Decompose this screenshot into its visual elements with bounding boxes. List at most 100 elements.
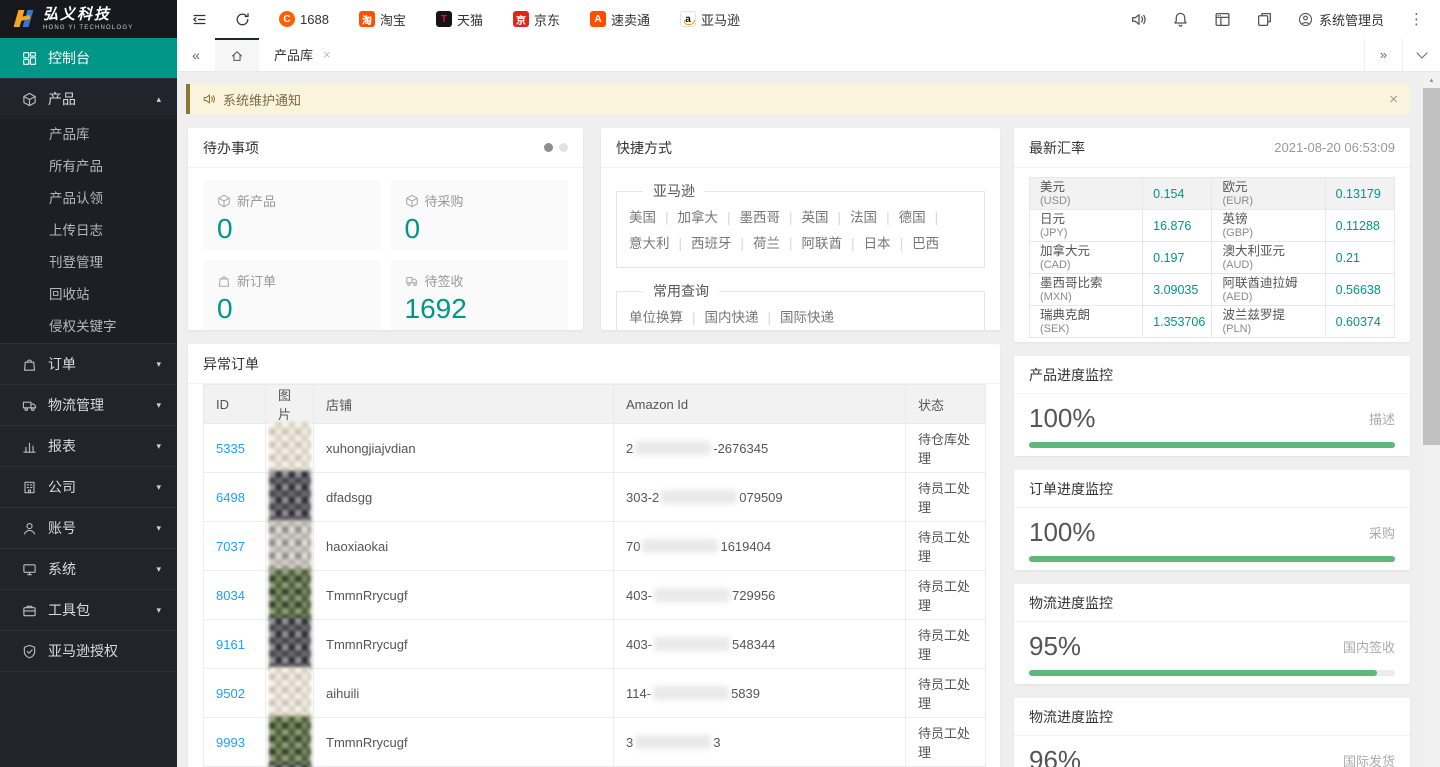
- currency-rate: 0.13179: [1325, 178, 1394, 210]
- table-row: 9993 TmmnRrycugf 33 待员工处理: [204, 718, 986, 767]
- sidebar-subitem-回收站[interactable]: 回收站: [0, 279, 177, 311]
- sidebar-item-系统[interactable]: 系统: [0, 549, 177, 589]
- currency-rate: 0.56638: [1325, 274, 1394, 306]
- shortcut-link-德国[interactable]: 德国: [899, 210, 948, 225]
- logistics-truck-icon: [22, 398, 37, 413]
- progress-bar: [1029, 556, 1395, 562]
- currency-name: 瑞典克朗(SEK): [1030, 306, 1143, 338]
- sidebar-item-产品[interactable]: 产品: [0, 79, 177, 119]
- marketplace-link-1688[interactable]: C 1688: [279, 11, 329, 27]
- carousel-dot-active[interactable]: [544, 143, 553, 152]
- status-text: 待员工处理: [906, 669, 986, 718]
- user-menu[interactable]: 系统管理员: [1298, 10, 1384, 29]
- shortcut-link-国际快递[interactable]: 国际快递: [780, 310, 834, 325]
- tabs-menu-button[interactable]: [1402, 38, 1440, 71]
- order-id-link[interactable]: 9161: [216, 637, 245, 652]
- apps-grid-icon[interactable]: [1214, 11, 1231, 28]
- shortcut-link-日本[interactable]: 日本: [864, 236, 913, 251]
- sidebar-item-亚马逊授权[interactable]: 亚马逊授权: [0, 631, 177, 671]
- sidebar-subitem-产品库[interactable]: 产品库: [0, 119, 177, 151]
- marketplace-link-亚马逊[interactable]: a 亚马逊: [680, 10, 740, 29]
- marketplace-link-淘宝[interactable]: 淘 淘宝: [359, 10, 406, 29]
- shortcut-link-英国[interactable]: 英国: [802, 210, 851, 225]
- amazon-id: 2-2676345: [614, 424, 906, 473]
- todo-count: 0: [217, 213, 367, 245]
- scrollbar-thumb[interactable]: [1423, 88, 1440, 445]
- sidebar-item-账号[interactable]: 账号: [0, 508, 177, 548]
- tab-home[interactable]: [215, 38, 259, 71]
- progress-card: 产品进度监控 100% 描述: [1014, 356, 1410, 456]
- product-image: [269, 618, 311, 670]
- announcement-icon[interactable]: [1130, 11, 1147, 28]
- order-id-link[interactable]: 6498: [216, 490, 245, 505]
- order-id-link[interactable]: 7037: [216, 539, 245, 554]
- shortcut-group-legend: 亚马逊: [643, 181, 705, 201]
- marketplace-link-京东[interactable]: 京 京东: [513, 10, 560, 29]
- content-area: 系统维护通知 待办事项 新产品 0 待采购 0: [177, 72, 1423, 767]
- shortcut-link-墨西哥[interactable]: 墨西哥: [740, 210, 802, 225]
- order-id-link[interactable]: 8034: [216, 588, 245, 603]
- sidebar-item-订单[interactable]: 订单: [0, 344, 177, 384]
- carousel-dot[interactable]: [559, 143, 568, 152]
- currency-name: 欧元(EUR): [1212, 178, 1325, 210]
- topbar: C 1688 淘 淘宝 T 天猫 京 京东 A 速卖通 a 亚马逊 系统管理员: [177, 0, 1440, 38]
- refresh-icon[interactable]: [234, 11, 251, 28]
- currency-name: 英镑(GBP): [1212, 210, 1325, 242]
- shortcut-link-法国[interactable]: 法国: [850, 210, 899, 225]
- marketplace-link-天猫[interactable]: T 天猫: [436, 10, 483, 29]
- rate-row: 瑞典克朗(SEK)1.353706波兰兹罗提(PLN)0.60374: [1030, 306, 1395, 338]
- theme-switch-icon[interactable]: [1256, 11, 1273, 28]
- notice-text: 系统维护通知: [223, 90, 301, 109]
- tab-product-library[interactable]: 产品库: [259, 38, 346, 71]
- shortcut-link-单位换算[interactable]: 单位换算: [629, 310, 705, 325]
- scrollbar-up-arrow[interactable]: [1423, 72, 1440, 87]
- rates-timestamp: 2021-08-20 06:53:09: [1274, 140, 1395, 155]
- order-id-link[interactable]: 9993: [216, 735, 245, 750]
- sidebar-item-工具包[interactable]: 工具包: [0, 590, 177, 630]
- shortcut-group: 常用查询 单位换算国内快递国际快递: [616, 281, 985, 330]
- chevron-icon: [156, 564, 161, 575]
- tabs-scroll-right-button[interactable]: [1364, 38, 1402, 71]
- sidebar-item-报表[interactable]: 报表: [0, 426, 177, 466]
- sidebar-item-控制台[interactable]: 控制台: [0, 38, 177, 78]
- shortcut-link-西班牙[interactable]: 西班牙: [691, 236, 753, 251]
- sidebar-subitem-刊登管理[interactable]: 刊登管理: [0, 247, 177, 279]
- status-text: 待员工处理: [906, 473, 986, 522]
- icon-1688: C: [279, 11, 295, 27]
- sidebar-subitem-产品认领[interactable]: 产品认领: [0, 183, 177, 215]
- status-text: 待员工处理: [906, 571, 986, 620]
- system-monitor-icon: [22, 562, 37, 577]
- order-id-link[interactable]: 5335: [216, 441, 245, 456]
- shield-check-icon: [22, 644, 37, 659]
- todo-tile-新订单[interactable]: 新订单 0: [203, 260, 381, 330]
- shortcut-link-阿联酋[interactable]: 阿联酋: [802, 236, 864, 251]
- sidebar-subitem-上传日志[interactable]: 上传日志: [0, 215, 177, 247]
- tabs-scroll-left-button[interactable]: [177, 38, 215, 71]
- marketplace-link-速卖通[interactable]: A 速卖通: [590, 10, 650, 29]
- more-menu-icon[interactable]: [1409, 10, 1424, 28]
- notification-bell-icon[interactable]: [1172, 11, 1189, 28]
- amazon-id: 701619404: [614, 522, 906, 571]
- shortcut-link-加拿大[interactable]: 加拿大: [678, 210, 740, 225]
- home-icon: [230, 49, 244, 63]
- order-id-link[interactable]: 9502: [216, 686, 245, 701]
- todo-tile-新产品[interactable]: 新产品 0: [203, 180, 381, 250]
- shortcut-link-美国[interactable]: 美国: [629, 210, 678, 225]
- sidebar-subitem-所有产品[interactable]: 所有产品: [0, 151, 177, 183]
- collapse-sidebar-icon[interactable]: [191, 11, 208, 28]
- todo-tile-待采购[interactable]: 待采购 0: [391, 180, 569, 250]
- shortcut-link-国内快递[interactable]: 国内快递: [705, 310, 781, 325]
- shop-name: xuhongjiajvdian: [314, 424, 614, 473]
- shortcut-link-荷兰[interactable]: 荷兰: [753, 236, 802, 251]
- tab-close-icon[interactable]: [323, 47, 331, 62]
- currency-rate: 0.21: [1325, 242, 1394, 274]
- shortcut-link-意大利[interactable]: 意大利: [629, 236, 691, 251]
- notice-close-icon[interactable]: [1389, 91, 1398, 108]
- blurred-segment: [661, 490, 737, 504]
- shortcut-link-巴西[interactable]: 巴西: [912, 236, 939, 251]
- sidebar-subitem-侵权关键字[interactable]: 侵权关键字: [0, 311, 177, 343]
- sidebar-item-物流管理[interactable]: 物流管理: [0, 385, 177, 425]
- sidebar-item-公司[interactable]: 公司: [0, 467, 177, 507]
- marketplace-links: C 1688 淘 淘宝 T 天猫 京 京东 A 速卖通 a 亚马逊: [279, 10, 740, 29]
- todo-tile-待签收[interactable]: 待签收 1692: [391, 260, 569, 330]
